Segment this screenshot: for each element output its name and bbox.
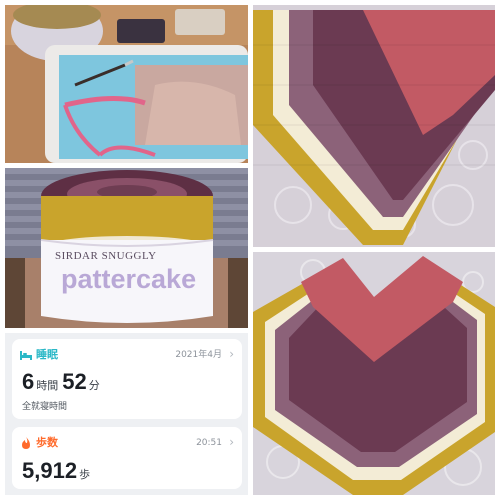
yarn-brand-label: SIRDAR SNUGGLY: [55, 250, 157, 262]
steps-time: 20:51: [196, 438, 222, 448]
steps-unit: 歩: [79, 469, 91, 481]
sleep-hours: 6: [22, 369, 35, 394]
sleep-hours-unit: 時間: [36, 380, 59, 392]
chevron-right-icon: ›: [229, 435, 234, 449]
steps-value: 5,912: [22, 458, 78, 483]
steps-card[interactable]: 歩数 20:51 › 5,912 歩: [12, 427, 242, 489]
photo-yarn-cake: SIRDAR SNUGGLY pattercake: [5, 168, 248, 328]
photo-tablet-crochet: [5, 5, 248, 163]
sleep-caption: 全就寝時間: [22, 402, 68, 412]
sleep-duration: 6 時間 52 分: [22, 369, 104, 395]
yarn-product-label: pattercake: [61, 264, 197, 294]
health-summary-panel: 睡眠 2021年4月 › 6 時間 52 分 全就寝時間 歩数 20:51 › 5,9…: [5, 333, 248, 495]
sleep-label: 睡眠: [36, 348, 58, 361]
sleep-minutes: 52: [62, 369, 87, 394]
steps-label: 歩数: [36, 436, 58, 449]
steps-count: 5,912 歩: [22, 458, 94, 484]
fire-icon: [20, 436, 32, 449]
sleep-date: 2021年4月: [175, 350, 222, 360]
photo-shawl-flat: [253, 5, 495, 247]
sleep-card[interactable]: 睡眠 2021年4月 › 6 時間 52 分 全就寝時間: [12, 339, 242, 419]
chevron-right-icon: ›: [229, 347, 234, 361]
bed-icon: [20, 349, 32, 360]
photo-shawl-v: [253, 252, 495, 495]
sleep-minutes-unit: 分: [88, 380, 100, 392]
